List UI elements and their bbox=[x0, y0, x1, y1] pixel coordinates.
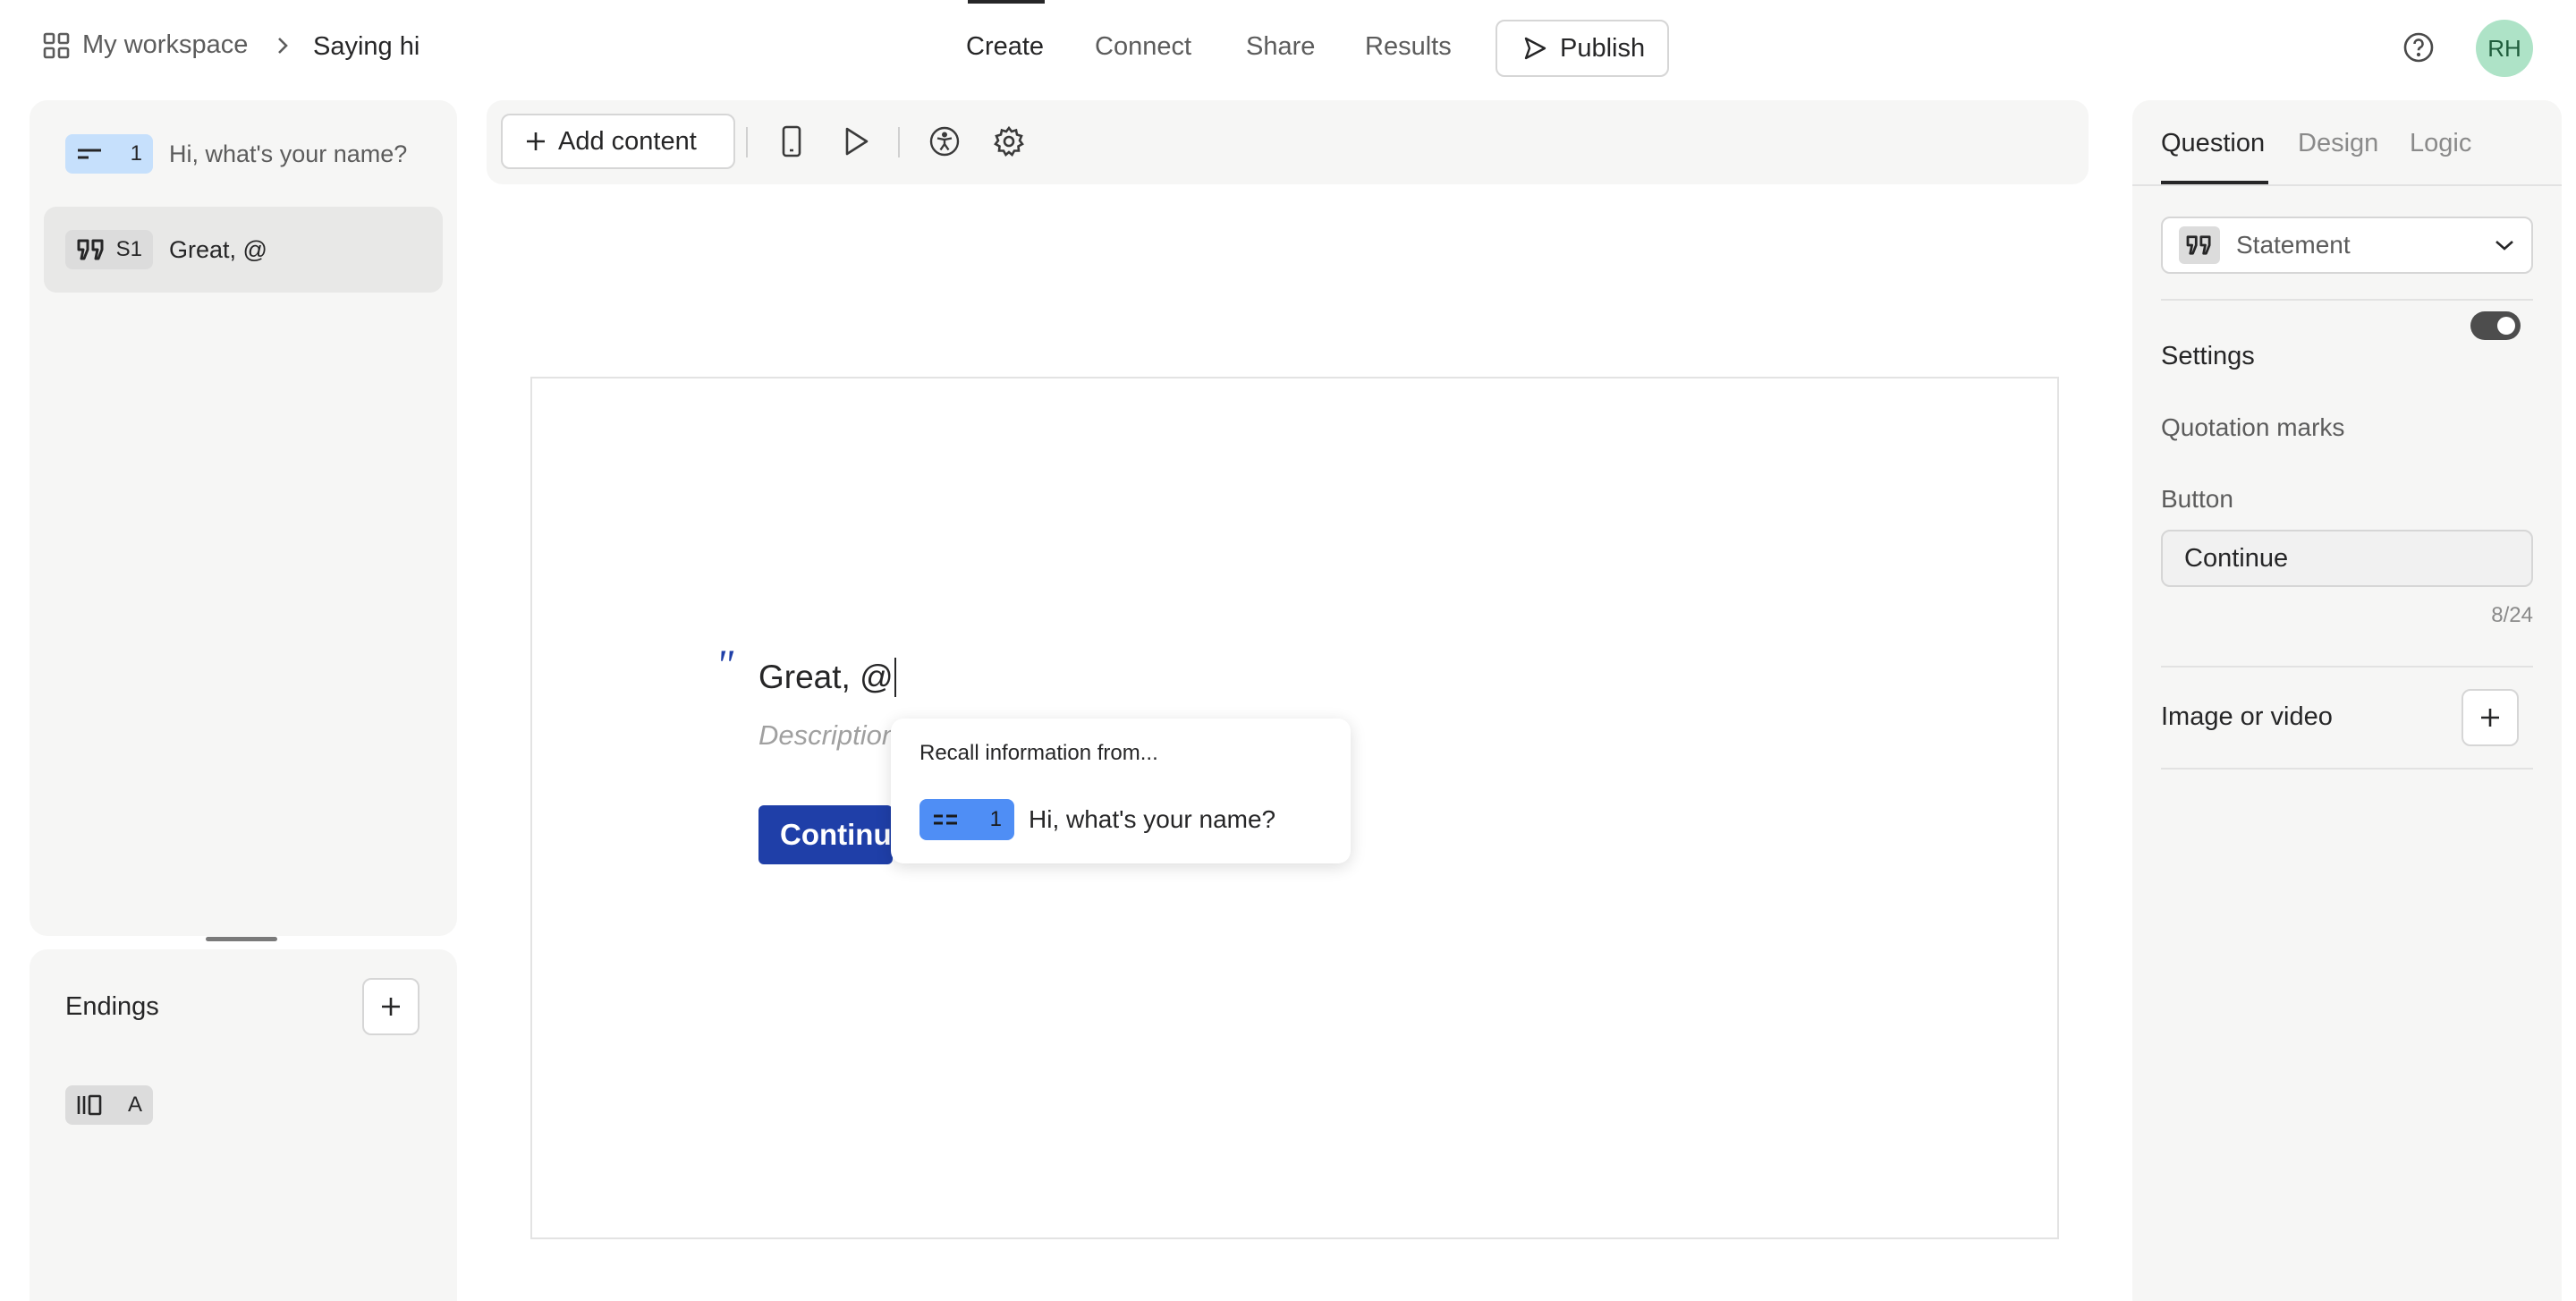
editor-toolbar: Add content bbox=[487, 100, 2089, 184]
top-nav: My workspace Saying hi Create Connect Sh… bbox=[0, 0, 2576, 97]
ending-label: A bbox=[127, 1093, 142, 1117]
recall-popup-title: Recall information from... bbox=[919, 741, 1158, 765]
button-text-value: Continue bbox=[2184, 543, 2289, 573]
continue-button[interactable]: Continue bbox=[758, 805, 893, 864]
accessibility-icon[interactable] bbox=[928, 125, 961, 157]
workspace-link[interactable]: My workspace bbox=[82, 30, 248, 60]
button-label: Button bbox=[2161, 485, 2233, 513]
question-item-s1[interactable]: S1 Great, @ bbox=[44, 207, 443, 293]
publish-label: Publish bbox=[1560, 33, 1646, 63]
help-icon[interactable] bbox=[2402, 31, 2435, 64]
recall-popup: Recall information from... 1 Hi, what's … bbox=[891, 719, 1351, 863]
recall-item-badge: 1 bbox=[919, 799, 1014, 840]
publish-button[interactable]: Publish bbox=[1496, 20, 1669, 77]
continue-label: Continue bbox=[780, 818, 893, 851]
add-content-label: Add content bbox=[558, 126, 697, 156]
description-field[interactable]: Description bbox=[758, 719, 893, 759]
grid-icon bbox=[43, 32, 70, 59]
question-type-value: Statement bbox=[2236, 231, 2351, 259]
questions-panel: 1 Hi, what's your name? S1 Great, @ bbox=[30, 100, 457, 936]
statement-title-text: Great, @ bbox=[758, 659, 894, 695]
statement-title[interactable]: Great, @ bbox=[758, 658, 896, 697]
tab-connect[interactable]: Connect bbox=[1095, 32, 1191, 62]
image-video-label: Image or video bbox=[2161, 702, 2333, 731]
chevron-down-icon bbox=[2494, 238, 2515, 252]
endings-title: Endings bbox=[65, 992, 159, 1021]
tab-share[interactable]: Share bbox=[1246, 32, 1315, 62]
plus-icon bbox=[524, 130, 547, 153]
add-content-button[interactable]: Add content bbox=[501, 114, 735, 169]
tab-results[interactable]: Results bbox=[1365, 32, 1452, 62]
plus-icon bbox=[379, 995, 402, 1018]
send-icon bbox=[1522, 36, 1547, 61]
question-type-select[interactable]: Statement bbox=[2161, 217, 2533, 274]
endings-panel: Endings A bbox=[30, 949, 457, 1301]
workspace-breadcrumb[interactable]: My workspace bbox=[43, 30, 248, 60]
recall-item[interactable]: 1 Hi, what's your name? bbox=[919, 799, 1275, 840]
recall-item-label: Hi, what's your name? bbox=[1029, 805, 1276, 833]
gear-icon[interactable] bbox=[993, 125, 1025, 157]
question-badge: S1 bbox=[65, 230, 153, 269]
quotation-marks-toggle[interactable] bbox=[2470, 311, 2521, 340]
question-number: 1 bbox=[130, 141, 142, 166]
chevron-right-icon bbox=[274, 34, 292, 57]
short-text-icon bbox=[932, 811, 959, 829]
tab-create[interactable]: Create bbox=[966, 32, 1044, 62]
tabs-divider bbox=[2132, 184, 2562, 186]
text-cursor bbox=[894, 658, 896, 697]
ending-icon bbox=[76, 1093, 105, 1117]
quotation-mark: " bbox=[716, 642, 734, 689]
play-preview-icon[interactable] bbox=[841, 125, 871, 157]
avatar[interactable]: RH bbox=[2476, 20, 2533, 77]
add-media-button[interactable] bbox=[2462, 689, 2519, 746]
ending-item-a[interactable]: A bbox=[65, 1085, 153, 1125]
avatar-initials: RH bbox=[2487, 34, 2521, 62]
quote-icon bbox=[76, 237, 106, 262]
button-text-input[interactable]: Continue bbox=[2161, 530, 2533, 587]
quote-icon bbox=[2179, 226, 2220, 264]
question-badge: 1 bbox=[65, 134, 153, 174]
question-label: Hi, what's your name? bbox=[169, 140, 408, 167]
active-tab-indicator bbox=[968, 0, 1045, 4]
resize-handle[interactable] bbox=[206, 937, 277, 941]
toolbar-divider bbox=[898, 127, 900, 157]
tab-question[interactable]: Question bbox=[2161, 129, 2265, 158]
settings-panel: Question Design Logic Statement Settings… bbox=[2132, 100, 2562, 1301]
tab-logic[interactable]: Logic bbox=[2410, 129, 2471, 158]
toggle-knob bbox=[2497, 317, 2515, 335]
divider bbox=[2161, 299, 2533, 301]
char-counter: 8/24 bbox=[2491, 603, 2533, 627]
divider bbox=[2161, 666, 2533, 668]
quotation-marks-label: Quotation marks bbox=[2161, 413, 2345, 441]
tab-design[interactable]: Design bbox=[2298, 129, 2378, 158]
question-number: S1 bbox=[115, 237, 142, 261]
plus-icon bbox=[2479, 706, 2502, 729]
settings-title: Settings bbox=[2161, 342, 2255, 370]
question-label: Great, @ bbox=[169, 235, 267, 263]
question-item-1[interactable]: 1 Hi, what's your name? bbox=[44, 125, 443, 183]
description-placeholder: Description bbox=[758, 719, 893, 751]
divider bbox=[2161, 768, 2533, 770]
form-name[interactable]: Saying hi bbox=[313, 32, 419, 62]
short-text-icon bbox=[76, 145, 103, 163]
add-ending-button[interactable] bbox=[362, 978, 419, 1035]
recall-item-number: 1 bbox=[989, 807, 1002, 831]
toolbar-divider bbox=[746, 127, 748, 157]
mobile-preview-icon[interactable] bbox=[779, 125, 804, 157]
